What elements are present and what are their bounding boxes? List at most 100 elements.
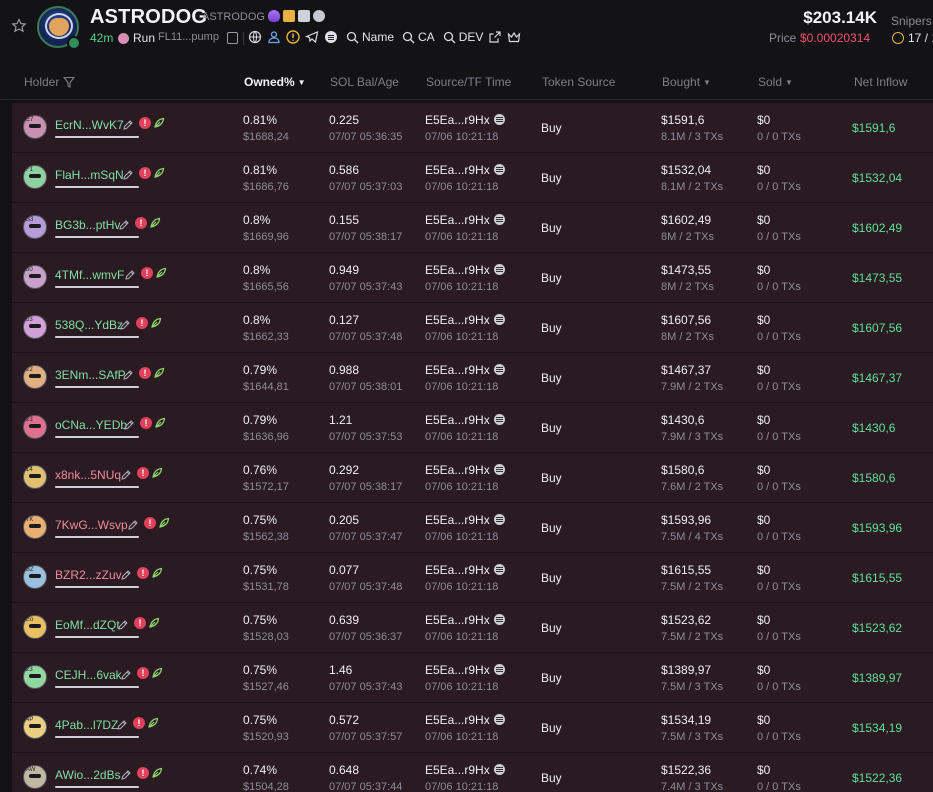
pump-icon[interactable] bbox=[324, 30, 338, 44]
alert-icon[interactable]: ! bbox=[140, 417, 152, 429]
holder-avatar[interactable]: 14 bbox=[23, 465, 47, 489]
table-row[interactable]: 7K 7KwG...Wsvp ! 0.75% $1562,38 0.205 07… bbox=[12, 503, 933, 553]
table-row[interactable]: AW AWio...2dBs ! 0.74% $1504,28 0.648 07… bbox=[12, 753, 933, 792]
holder-address[interactable]: x8nk...5NUq bbox=[55, 468, 121, 482]
table-row[interactable]: F1 FlaH...mSqN ! 0.81% $1686,76 0.586 07… bbox=[12, 153, 933, 203]
holder-address[interactable]: 3ENm...SAfP bbox=[55, 368, 126, 382]
source-wallet[interactable]: E5Ea...r9Hx bbox=[425, 413, 505, 427]
source-wallet[interactable]: E5Ea...r9Hx bbox=[425, 213, 505, 227]
column-sold[interactable]: Sold ▼ bbox=[758, 75, 793, 89]
holder-address[interactable]: oCNa...YEDb bbox=[55, 418, 127, 432]
source-wallet[interactable]: E5Ea...r9Hx bbox=[425, 663, 505, 677]
holder-address[interactable]: AWio...2dBs bbox=[55, 768, 121, 782]
table-row[interactable]: 14 x8nk...5NUq ! 0.76% $1572,17 0.292 07… bbox=[12, 453, 933, 503]
edit-icon[interactable] bbox=[119, 319, 131, 331]
source-wallet[interactable]: E5Ea...r9Hx bbox=[425, 613, 505, 627]
table-row[interactable]: 4P 4Pab...l7DZ ! 0.75% $1520,93 0.572 07… bbox=[12, 703, 933, 753]
edit-icon[interactable] bbox=[120, 769, 132, 781]
holder-avatar[interactable]: 23 bbox=[23, 665, 47, 689]
search-name-link[interactable]: Name bbox=[346, 30, 394, 44]
column-bought[interactable]: Bought ▼ bbox=[662, 75, 711, 89]
holder-avatar[interactable]: 7K bbox=[23, 515, 47, 539]
holder-avatar[interactable]: Eo bbox=[23, 615, 47, 639]
alert-icon[interactable]: ! bbox=[139, 167, 151, 179]
alert-icon[interactable]: ! bbox=[141, 267, 153, 279]
external-link-icon[interactable] bbox=[488, 30, 502, 44]
crown-icon[interactable] bbox=[507, 30, 521, 44]
table-row[interactable]: 53 538Q...YdBz ! 0.8% $1662,33 0.127 07/… bbox=[12, 303, 933, 353]
holder-address[interactable]: BG3b...ptHv bbox=[55, 218, 120, 232]
column-net-inflow[interactable]: Net Inflow bbox=[854, 75, 907, 89]
column-token-source[interactable]: Token Source bbox=[542, 75, 615, 89]
edit-icon[interactable] bbox=[117, 619, 129, 631]
source-wallet[interactable]: E5Ea...r9Hx bbox=[425, 163, 505, 177]
source-wallet[interactable]: E5Ea...r9Hx bbox=[425, 463, 505, 477]
user-icon[interactable] bbox=[267, 30, 281, 44]
holder-avatar[interactable]: B3 bbox=[23, 215, 47, 239]
edit-icon[interactable] bbox=[120, 669, 132, 681]
edit-icon[interactable] bbox=[122, 369, 134, 381]
holder-address[interactable]: EcrN...WvK7 bbox=[55, 118, 124, 132]
source-wallet[interactable]: E5Ea...r9Hx bbox=[425, 763, 505, 777]
warning-icon[interactable] bbox=[286, 30, 300, 44]
edit-icon[interactable] bbox=[122, 119, 134, 131]
table-row[interactable]: BZ BZR2...zZuv ! 0.75% $1531,78 0.077 07… bbox=[12, 553, 933, 603]
column-owned[interactable]: Owned% ▼ bbox=[244, 75, 306, 89]
source-wallet[interactable]: E5Ea...r9Hx bbox=[425, 563, 505, 577]
edit-icon[interactable] bbox=[120, 569, 132, 581]
alert-icon[interactable]: ! bbox=[136, 317, 148, 329]
holder-address[interactable]: 7KwG...Wsvp bbox=[55, 518, 128, 532]
star-icon[interactable] bbox=[11, 18, 27, 34]
column-holder[interactable]: Holder bbox=[24, 75, 75, 89]
holder-avatar[interactable]: F1 bbox=[23, 165, 47, 189]
holder-address[interactable]: EoMf...dZQt bbox=[55, 618, 120, 632]
alert-icon[interactable]: ! bbox=[133, 717, 145, 729]
table-row[interactable]: B3 BG3b...ptHv ! 0.8% $1669,96 0.155 07/… bbox=[12, 203, 933, 253]
edit-icon[interactable] bbox=[123, 419, 135, 431]
alert-icon[interactable]: ! bbox=[137, 467, 149, 479]
holder-avatar[interactable]: AW bbox=[23, 765, 47, 789]
table-row[interactable]: 23 CEJH...6vak ! 0.75% $1527,46 1.46 07/… bbox=[12, 653, 933, 703]
holder-address[interactable]: FlaH...mSqN bbox=[55, 168, 124, 182]
holder-avatar[interactable]: BZ bbox=[23, 565, 47, 589]
column-sol-bal[interactable]: SOL Bal/Age bbox=[330, 75, 399, 89]
holder-address[interactable]: BZR2...zZuv bbox=[55, 568, 122, 582]
filter-icon[interactable] bbox=[62, 76, 75, 88]
table-row[interactable]: Eo EoMf...dZQt ! 0.75% $1528,03 0.639 07… bbox=[12, 603, 933, 653]
globe-icon[interactable] bbox=[248, 30, 262, 44]
copy-icon[interactable] bbox=[227, 32, 238, 44]
holder-avatar[interactable]: 4P bbox=[23, 715, 47, 739]
holder-avatar[interactable]: 23 bbox=[23, 415, 47, 439]
holder-avatar[interactable]: 22 bbox=[23, 365, 47, 389]
holder-address[interactable]: 538Q...YdBz bbox=[55, 318, 123, 332]
alert-icon[interactable]: ! bbox=[135, 217, 147, 229]
alert-icon[interactable]: ! bbox=[137, 567, 149, 579]
table-row[interactable]: 30 4TMf...wmvF ! 0.8% $1665,56 0.949 07/… bbox=[12, 253, 933, 303]
source-wallet[interactable]: E5Ea...r9Hx bbox=[425, 263, 505, 277]
edit-icon[interactable] bbox=[127, 519, 139, 531]
alert-icon[interactable]: ! bbox=[137, 767, 149, 779]
holder-avatar[interactable]: E7 bbox=[23, 115, 47, 139]
alert-icon[interactable]: ! bbox=[139, 117, 151, 129]
run-label[interactable]: Run bbox=[133, 31, 155, 45]
source-wallet[interactable]: E5Ea...r9Hx bbox=[425, 313, 505, 327]
source-wallet[interactable]: E5Ea...r9Hx bbox=[425, 113, 505, 127]
column-source[interactable]: Source/TF Time bbox=[426, 75, 511, 89]
table-row[interactable]: 22 3ENm...SAfP ! 0.79% $1644,81 0.988 07… bbox=[12, 353, 933, 403]
search-dev-link[interactable]: DEV bbox=[443, 30, 483, 44]
edit-icon[interactable] bbox=[124, 269, 136, 281]
edit-icon[interactable] bbox=[120, 469, 132, 481]
alert-icon[interactable]: ! bbox=[137, 667, 149, 679]
holder-avatar[interactable]: 53 bbox=[23, 315, 47, 339]
table-row[interactable]: 23 oCNa...YEDb ! 0.79% $1636,96 1.21 07/… bbox=[12, 403, 933, 453]
table-row[interactable]: E7 EcrN...WvK7 ! 0.81% $1688,24 0.225 07… bbox=[12, 103, 933, 153]
edit-icon[interactable] bbox=[116, 719, 128, 731]
search-ca-link[interactable]: CA bbox=[402, 30, 435, 44]
holder-avatar[interactable]: 30 bbox=[23, 265, 47, 289]
holder-address[interactable]: CEJH...6vak bbox=[55, 668, 122, 682]
alert-icon[interactable]: ! bbox=[134, 617, 146, 629]
alert-icon[interactable]: ! bbox=[144, 517, 156, 529]
edit-icon[interactable] bbox=[122, 169, 134, 181]
contract-address[interactable]: FL11...pump bbox=[158, 31, 219, 43]
holder-address[interactable]: 4TMf...wmvF bbox=[55, 268, 124, 282]
